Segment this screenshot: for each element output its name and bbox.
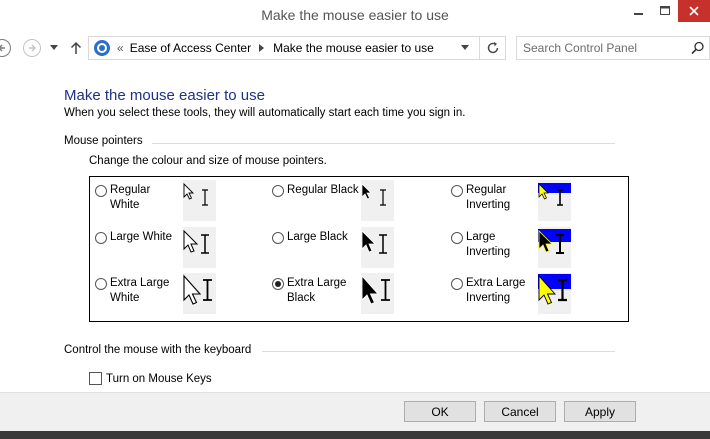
black-pointer-icon [361, 274, 390, 305]
recent-locations-button[interactable] [48, 42, 60, 54]
preview-large-inverting [538, 227, 571, 268]
address-dropdown-icon[interactable] [461, 45, 469, 51]
option-label: Regular Black [287, 184, 359, 196]
address-bar[interactable]: « Ease of Access Center Make the mouse e… [88, 36, 506, 60]
mouse-keys-checkbox[interactable] [89, 372, 102, 385]
radio-extra-large-black[interactable] [272, 278, 284, 290]
chevron-down-icon [50, 45, 58, 50]
option-label: Extra Large White [110, 277, 170, 304]
preview-large-black [361, 227, 394, 268]
radio-extra-large-white[interactable] [95, 278, 107, 290]
group-divider [262, 351, 615, 352]
search-icon[interactable] [691, 41, 705, 55]
keyboard-group-title: Control the mouse with the keyboard [64, 344, 252, 356]
maximize-button[interactable] [652, 0, 678, 22]
radio-extra-large-inverting[interactable] [451, 278, 463, 290]
option-label: Large White [110, 231, 173, 243]
mouse-pointers-description: Change the colour and size of mouse poin… [89, 155, 327, 167]
preview-extra-large-black [361, 273, 394, 314]
page-subtitle: When you select these tools, they will a… [64, 107, 466, 119]
black-pointer-icon [361, 183, 386, 206]
minimize-icon [634, 13, 643, 15]
minimize-button[interactable] [626, 0, 652, 22]
back-arrow-icon [0, 39, 11, 57]
cancel-button[interactable]: Cancel [484, 401, 556, 422]
maximize-icon [660, 6, 670, 15]
mouse-pointer-options: Regular White Regular Black Regular Inve… [89, 176, 629, 322]
breadcrumb-item-current[interactable]: Make the mouse easier to use [273, 41, 434, 55]
option-extra-large-inverting[interactable]: Extra Large Inverting [451, 276, 530, 306]
taskbar-edge [0, 431, 710, 439]
preview-large-white [183, 227, 216, 268]
radio-regular-white[interactable] [95, 185, 107, 197]
up-arrow-icon [70, 41, 82, 54]
inverting-pointer-icon [538, 229, 571, 254]
preview-regular-white [183, 180, 216, 221]
dialog-footer: OK Cancel Apply [0, 392, 710, 431]
navigation-bar: « Ease of Access Center Make the mouse e… [0, 32, 710, 64]
ok-button[interactable]: OK [404, 401, 476, 422]
search-input[interactable] [523, 40, 683, 56]
preview-extra-large-inverting [538, 273, 571, 314]
back-button[interactable] [0, 38, 12, 58]
breadcrumb-overflow[interactable]: « [117, 41, 124, 55]
forward-arrow-icon [23, 39, 41, 57]
search-box[interactable] [516, 36, 710, 60]
option-regular-white[interactable]: Regular White [95, 183, 182, 213]
mouse-pointers-group-title: Mouse pointers [64, 135, 143, 147]
option-label: Regular White [110, 184, 151, 211]
breadcrumb-item-ease-of-access[interactable]: Ease of Access Center [130, 41, 251, 55]
close-icon [689, 6, 699, 16]
refresh-icon[interactable] [486, 41, 500, 55]
group-divider [152, 143, 615, 144]
option-large-black[interactable]: Large Black [272, 230, 367, 245]
mouse-keys-label: Turn on Mouse Keys [106, 372, 212, 385]
option-regular-inverting[interactable]: Regular Inverting [451, 183, 526, 213]
title-bar: Make the mouse easier to use [0, 0, 710, 32]
option-extra-large-white[interactable]: Extra Large White [95, 276, 182, 306]
ease-of-access-icon [94, 40, 110, 56]
option-label: Regular Inverting [466, 184, 511, 211]
radio-large-black[interactable] [272, 232, 284, 244]
radio-regular-inverting[interactable] [451, 185, 463, 197]
radio-regular-black[interactable] [272, 185, 284, 197]
white-pointer-icon [183, 182, 208, 206]
white-pointer-icon [183, 274, 212, 305]
radio-large-inverting[interactable] [451, 232, 463, 244]
option-large-white[interactable]: Large White [95, 230, 182, 245]
close-button[interactable] [678, 0, 710, 22]
inverting-pointer-icon [538, 183, 571, 206]
option-large-inverting[interactable]: Large Inverting [451, 230, 526, 260]
forward-button[interactable] [22, 38, 42, 58]
window-title: Make the mouse easier to use [261, 7, 449, 23]
mouse-keys-option[interactable]: Turn on Mouse Keys [89, 372, 212, 385]
option-label: Extra Large Black [287, 277, 347, 304]
up-button[interactable] [68, 39, 84, 57]
option-label: Large Black [287, 231, 348, 243]
preview-extra-large-white [183, 273, 216, 314]
page-title: Make the mouse easier to use [64, 87, 265, 104]
black-pointer-icon [361, 230, 387, 254]
option-label: Large Inverting [466, 231, 511, 258]
option-extra-large-black[interactable]: Extra Large Black [272, 276, 367, 306]
option-label: Extra Large Inverting [466, 277, 526, 304]
apply-button[interactable]: Apply [564, 401, 636, 422]
preview-regular-inverting [538, 180, 571, 221]
white-pointer-icon [183, 229, 209, 254]
option-regular-black[interactable]: Regular Black [272, 183, 367, 198]
preview-regular-black [361, 180, 394, 221]
breadcrumb-separator-icon[interactable] [259, 44, 265, 52]
inverting-pointer-icon [538, 274, 571, 305]
radio-large-white[interactable] [95, 232, 107, 244]
